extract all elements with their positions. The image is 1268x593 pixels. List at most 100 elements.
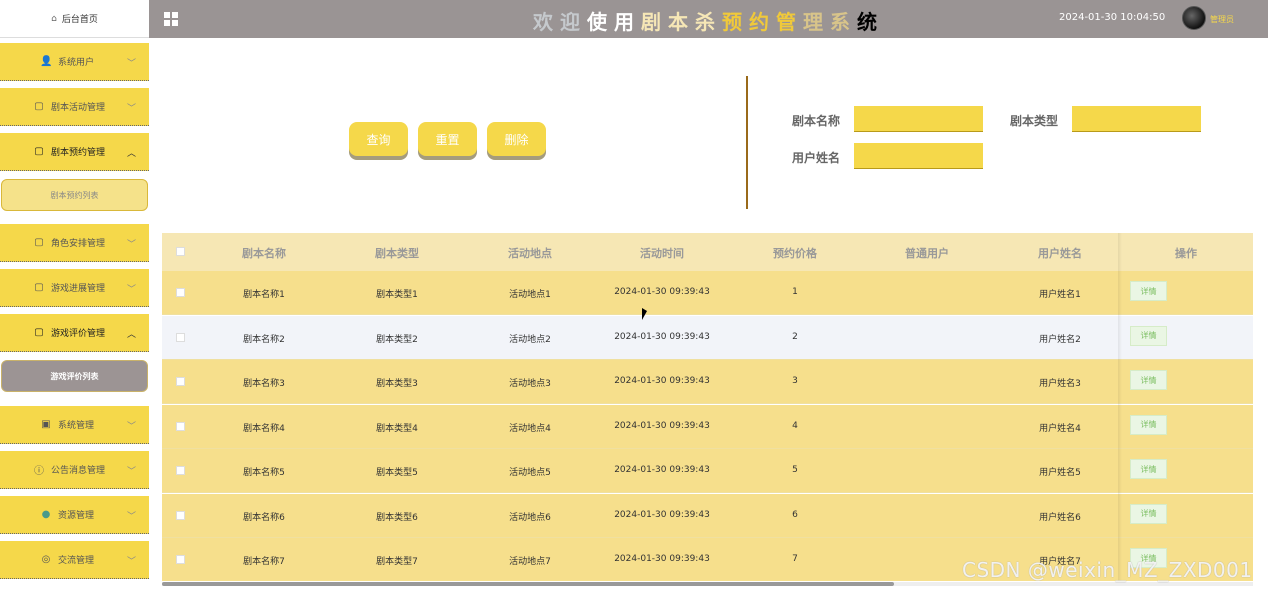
chat-icon: ◎: [41, 554, 51, 565]
sidebar-item[interactable]: ▢ 角色安排管理 ﹀: [0, 224, 149, 262]
cell-time: 2024-01-30 09:39:43: [614, 287, 710, 297]
detail-button[interactable]: 详情: [1130, 325, 1167, 346]
detail-button[interactable]: 详情: [1130, 281, 1167, 301]
sidebar-item[interactable]: ◎ 交流管理 ﹀: [0, 541, 149, 579]
user-name-label: 用户姓名: [792, 151, 841, 165]
cell-time: 2024-01-30 09:39:43: [614, 331, 710, 342]
chevron-down-icon: ﹀: [126, 467, 136, 477]
detail-button[interactable]: 详情: [1130, 414, 1167, 435]
sidebar-subitem[interactable]: 游戏评价列表: [1, 360, 148, 392]
cell-script-type: 剧本类型1: [376, 290, 418, 300]
sidebar-item[interactable]: ● 资源管理 ﹀: [0, 496, 149, 534]
sidebar-item-label: 系统用户: [58, 58, 95, 68]
doc-icon: ▢: [34, 282, 44, 293]
query-button[interactable]: 查询: [349, 122, 408, 156]
user-name[interactable]: 管理员: [1210, 14, 1234, 25]
doc-icon: ▢: [34, 101, 44, 112]
script-type-input[interactable]: [1072, 106, 1201, 132]
header-actions: 操作: [1175, 247, 1197, 260]
cell-script-name: 剧本名称7: [243, 557, 285, 567]
location-icon: ●: [41, 509, 51, 520]
cell-time: 2024-01-30 09:39:43: [614, 376, 710, 386]
delete-button[interactable]: 删除: [487, 122, 546, 156]
cell-place: 活动地点5: [509, 468, 551, 478]
detail-button[interactable]: 详情: [1130, 503, 1167, 524]
cell-time: 2024-01-30 09:39:43: [614, 554, 710, 564]
cell-user-name: 用户姓名1: [1039, 290, 1081, 300]
chevron-down-icon: ﹀: [126, 512, 136, 522]
chevron-down-icon: ﹀: [126, 59, 136, 69]
sidebar-item[interactable]: ▢ 游戏进展管理 ﹀: [0, 269, 149, 307]
sidebar-item[interactable]: ▢ 剧本活动管理 ﹀: [0, 88, 149, 126]
cell-script-name: 剧本名称2: [243, 334, 285, 345]
detail-button[interactable]: 详情: [1130, 459, 1167, 479]
row-checkbox[interactable]: [176, 555, 185, 564]
top-bar: 欢迎使用剧本杀预约管理系统 2024-01-30 10:04:50 管理员: [149, 0, 1268, 38]
chevron-up-icon: ︿: [126, 149, 136, 159]
table-row[interactable]: 剧本名称4 剧本类型4 活动地点4 2024-01-30 09:39:43 4 用户姓名4…: [162, 404, 1253, 449]
cell-script-type: 剧本类型7: [376, 557, 418, 567]
row-checkbox[interactable]: [176, 510, 185, 520]
cell-price: 1: [792, 287, 798, 297]
reset-button[interactable]: 重置: [418, 122, 477, 156]
sidebar-subitem[interactable]: 剧本预约列表: [1, 179, 148, 211]
watermark: CSDN @weixin_MZ_ZXD001: [962, 558, 1253, 582]
table-row[interactable]: 剧本名称6 剧本类型6 活动地点6 2024-01-30 09:39:43 6 用户姓名6…: [162, 493, 1253, 538]
sidebar-item-label: 游戏进展管理: [51, 284, 106, 294]
chevron-down-icon: ﹀: [126, 285, 136, 295]
table-row[interactable]: 剧本名称3 剧本类型3 活动地点3 2024-01-30 09:39:43 3 用户姓名3…: [162, 360, 1253, 404]
cell-script-type: 剧本类型6: [376, 512, 418, 523]
sidebar-item[interactable]: 👤 系统用户 ﹀: [0, 43, 149, 81]
header-place: 活动地点: [508, 247, 552, 260]
sidebar-item-label: 资源管理: [58, 511, 95, 521]
sidebar-item[interactable]: ▣ 系统管理 ﹀: [0, 406, 149, 444]
header-time: 活动时间: [640, 247, 684, 260]
row-checkbox[interactable]: [176, 421, 185, 431]
cell-price: 3: [792, 376, 798, 386]
row-checkbox[interactable]: [176, 332, 185, 342]
user-icon: 👤: [40, 56, 53, 67]
horizontal-scrollbar[interactable]: [162, 582, 1253, 586]
scrollbar-thumb[interactable]: [162, 582, 894, 586]
table-row[interactable]: 剧本名称1 剧本类型1 活动地点1 2024-01-30 09:39:43 1 用户姓名1…: [162, 271, 1253, 315]
script-name-label: 剧本名称: [792, 114, 841, 128]
cell-time: 2024-01-30 09:39:43: [614, 420, 710, 431]
row-checkbox[interactable]: [176, 288, 185, 297]
chevron-down-icon: ﹀: [126, 104, 136, 114]
script-name-input[interactable]: [854, 106, 983, 132]
cell-script-type: 剧本类型5: [376, 468, 418, 478]
sidebar-item-label: 角色安排管理: [51, 239, 106, 249]
sidebar-item[interactable]: ▢ 游戏评价管理 ︿: [0, 314, 149, 352]
cell-script-name: 剧本名称5: [243, 468, 285, 478]
data-table: 剧本名称 剧本类型 活动地点 活动时间 预约价格 普通用户 用户姓名 操作 剧本…: [162, 233, 1253, 581]
detail-button[interactable]: 详情: [1130, 370, 1167, 390]
row-checkbox[interactable]: [176, 466, 185, 475]
select-all-checkbox[interactable]: [176, 247, 185, 256]
script-type-label: 剧本类型: [1010, 114, 1059, 128]
cell-place: 活动地点4: [509, 423, 551, 434]
header-script-name: 剧本名称: [242, 247, 286, 260]
table-row[interactable]: 剧本名称2 剧本类型2 活动地点2 2024-01-30 09:39:43 2 用户姓名2…: [162, 315, 1253, 360]
table-row[interactable]: 剧本名称5 剧本类型5 活动地点5 2024-01-30 09:39:43 5 用户姓名5…: [162, 449, 1253, 493]
home-label: 后台首页: [61, 15, 98, 25]
doc-icon: ▢: [34, 146, 44, 157]
image-icon: ▣: [41, 419, 51, 430]
sidebar-item[interactable]: ⓘ 公告消息管理 ﹀: [0, 451, 149, 489]
user-name-input[interactable]: [854, 143, 983, 169]
doc-icon: ▢: [34, 237, 44, 248]
row-checkbox[interactable]: [176, 377, 185, 386]
cell-user-name: 用户姓名4: [1039, 423, 1081, 434]
cell-user-name: 用户姓名3: [1039, 379, 1081, 389]
chevron-down-icon: ﹀: [126, 240, 136, 250]
cell-user-name: 用户姓名5: [1039, 468, 1081, 478]
sidebar-item[interactable]: ▢ 剧本预约管理 ︿: [0, 133, 149, 171]
cell-price: 5: [792, 465, 798, 475]
home-link[interactable]: ⌂ 后台首页: [0, 0, 149, 38]
avatar[interactable]: [1182, 6, 1206, 30]
cell-script-name: 剧本名称1: [243, 290, 285, 300]
sidebar-item-label: 公告消息管理: [51, 466, 106, 476]
cell-user-name: 用户姓名6: [1039, 512, 1081, 523]
chevron-down-icon: ﹀: [126, 557, 136, 567]
datetime: 2024-01-30 10:04:50: [1059, 12, 1166, 23]
fixed-column-shadow: [1118, 233, 1122, 581]
